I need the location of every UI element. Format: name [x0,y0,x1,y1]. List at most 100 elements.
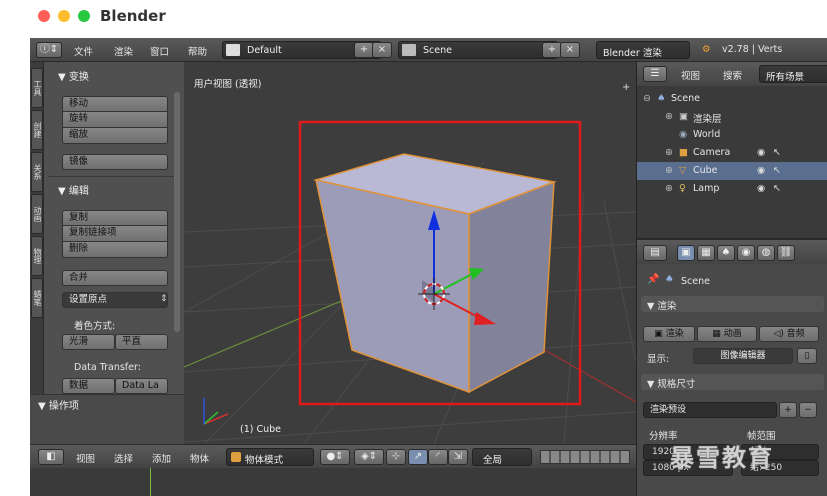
menu-file[interactable]: 文件 [74,44,93,58]
tab-grease-pencil[interactable]: 蜡笔 [31,278,43,318]
properties-editor-type-button[interactable]: ▤ [643,245,667,261]
outliner-header: ☰ 视图 搜索 所有场景 [637,62,827,86]
render-tab-icon[interactable]: ▣ [677,245,695,261]
delete-scene-button[interactable]: × [560,42,580,58]
object-tab-icon[interactable]: ◍ [757,245,775,261]
render-preset-dropdown[interactable]: 渲染预设 [643,402,777,418]
pivot-point-button[interactable]: ◈⇕ [354,449,384,465]
tab-physics[interactable]: 物理 [31,236,43,276]
render-image-button[interactable]: ▣ 渲染 [643,326,695,342]
tool-shelf-scrollbar[interactable] [174,92,180,332]
expand-icon[interactable]: ⊕ [665,147,673,158]
zoom-window-button[interactable] [78,10,90,22]
expand-icon[interactable]: ⊕ [665,165,673,176]
add-scene-button[interactable]: + [542,42,562,58]
menu-view[interactable]: 视图 [76,451,95,465]
translate-manipulator-icon[interactable]: ↗ [408,449,428,465]
cube-side-face[interactable] [468,180,555,394]
select-arrow-icon[interactable]: ↖ [773,147,781,158]
add-preset-button[interactable]: + [779,402,797,418]
delete-button[interactable]: 删除 [62,242,168,258]
display-mode-dropdown[interactable]: 图像编辑器 [693,348,793,364]
rotate-button[interactable]: 旋转 [62,112,168,128]
3d-viewport[interactable]: 用户视图 (透视) (1) Cube + [184,62,636,444]
manipulator-toggle[interactable]: ⊹ [386,449,406,465]
outliner-row-render-layers[interactable]: ⊕ ▣ 渲染层 [637,108,827,126]
outliner-row-world[interactable]: ◉ World [637,126,827,144]
shade-smooth-button[interactable]: 光滑 [62,334,115,350]
transform-orientation-selector[interactable]: 全局 [472,448,532,466]
rotate-manipulator-icon[interactable]: ◜ [428,449,448,465]
outliner: ☰ 视图 搜索 所有场景 ⊖ ♠ Scene ⊕ ▣ 渲染层 ◉ World ⊕… [636,62,827,238]
render-audio-button[interactable]: ◁) 音频 [759,326,819,342]
menu-help[interactable]: 帮助 [188,44,207,58]
duplicate-button[interactable]: 复制 [62,210,168,226]
duplicate-linked-button[interactable]: 复制链接项 [62,226,168,242]
translate-button[interactable]: 移动 [62,96,168,112]
outliner-row-scene[interactable]: ⊖ ♠ Scene [637,90,827,108]
remove-preset-button[interactable]: − [799,402,817,418]
outliner-row-camera[interactable]: ⊕ ■ Camera ◉ ↖ [637,144,827,162]
outliner-display-mode[interactable]: 所有场景 [759,65,827,83]
layer-buttons[interactable] [540,450,630,464]
add-layout-button[interactable]: + [354,42,374,58]
render-engine-selector[interactable]: Blender 渲染 [596,41,690,59]
tab-create[interactable]: 创建 [31,110,43,150]
tab-tools[interactable]: 工具 [31,68,43,108]
shading-label: 着色方式: [74,321,116,332]
collapse-icon[interactable]: ⊖ [643,93,651,104]
menu-select[interactable]: 选择 [114,451,133,465]
pin-icon[interactable]: 📌 [647,274,659,285]
operator-panel-header[interactable]: ▼ 操作项 [38,397,162,413]
lamp-icon: ♀ [679,183,686,194]
menu-render[interactable]: 渲染 [114,44,133,58]
minimize-window-button[interactable] [58,10,70,22]
timeline[interactable] [30,468,636,496]
scale-button[interactable]: 缩放 [62,128,168,144]
outliner-row-cube[interactable]: ⊕ ▽ Cube ◉ ↖ [637,162,827,180]
set-origin-dropdown[interactable]: 设置原点 [62,292,168,308]
select-arrow-icon[interactable]: ↖ [773,165,781,176]
dimensions-panel-header[interactable]: ▼ 规格尺寸 [647,376,695,390]
constraints-tab-icon[interactable]: ⛓ [777,245,795,261]
edit-panel-header[interactable]: ▼ 编辑 [58,182,182,198]
transform-panel-header[interactable]: ▼ 变换 [58,68,182,84]
cube-front-face[interactable] [315,179,470,394]
info-editor-type-button[interactable]: ⓘ⇕ [36,42,62,58]
menu-window[interactable]: 窗口 [150,44,169,58]
interaction-mode-selector[interactable]: 物体模式 [226,448,314,466]
shade-flat-button[interactable]: 平直 [115,334,168,350]
visibility-eye-icon[interactable]: ◉ [757,147,765,158]
menu-object[interactable]: 物体 [190,451,209,465]
render-layers-tab-icon[interactable]: ▦ [697,245,715,261]
join-button[interactable]: 合并 [62,270,168,286]
render-animation-button[interactable]: ▦ 动画 [697,326,757,342]
current-frame-marker[interactable] [150,468,151,496]
delete-layout-button[interactable]: × [372,42,392,58]
scene-tab-icon[interactable]: ♠ [717,245,735,261]
plus-icon[interactable]: + [622,82,632,93]
tab-animation[interactable]: 动画 [31,194,43,234]
close-window-button[interactable] [38,10,50,22]
visibility-eye-icon[interactable]: ◉ [757,165,765,176]
scale-manipulator-icon[interactable]: ⇲ [448,449,468,465]
viewport-editor-type-button[interactable]: ◧ [38,449,64,465]
outliner-menu-search[interactable]: 搜索 [723,68,742,82]
expand-icon[interactable]: ⊕ [665,111,673,122]
mirror-button[interactable]: 镜像 [62,154,168,170]
outliner-menu-view[interactable]: 视图 [681,68,700,82]
menu-add[interactable]: 添加 [152,451,171,465]
expand-icon[interactable]: ⊕ [665,183,673,194]
world-tab-icon[interactable]: ◉ [737,245,755,261]
data-transfer-layers-button[interactable]: Data La [115,378,168,394]
scene-selector[interactable]: Scene [398,41,558,59]
lock-interface-toggle[interactable]: ▯ [797,348,817,364]
viewport-shading-button[interactable]: ●⇕ [320,449,350,465]
select-arrow-icon[interactable]: ↖ [773,183,781,194]
data-transfer-data-button[interactable]: 数据 [62,378,115,394]
render-panel-header[interactable]: ▼ 渲染 [647,298,676,312]
outliner-row-lamp[interactable]: ⊕ ♀ Lamp ◉ ↖ [637,180,827,198]
visibility-eye-icon[interactable]: ◉ [757,183,765,194]
outliner-editor-type-button[interactable]: ☰ [643,66,667,82]
tab-relations[interactable]: 关系 [31,152,43,192]
